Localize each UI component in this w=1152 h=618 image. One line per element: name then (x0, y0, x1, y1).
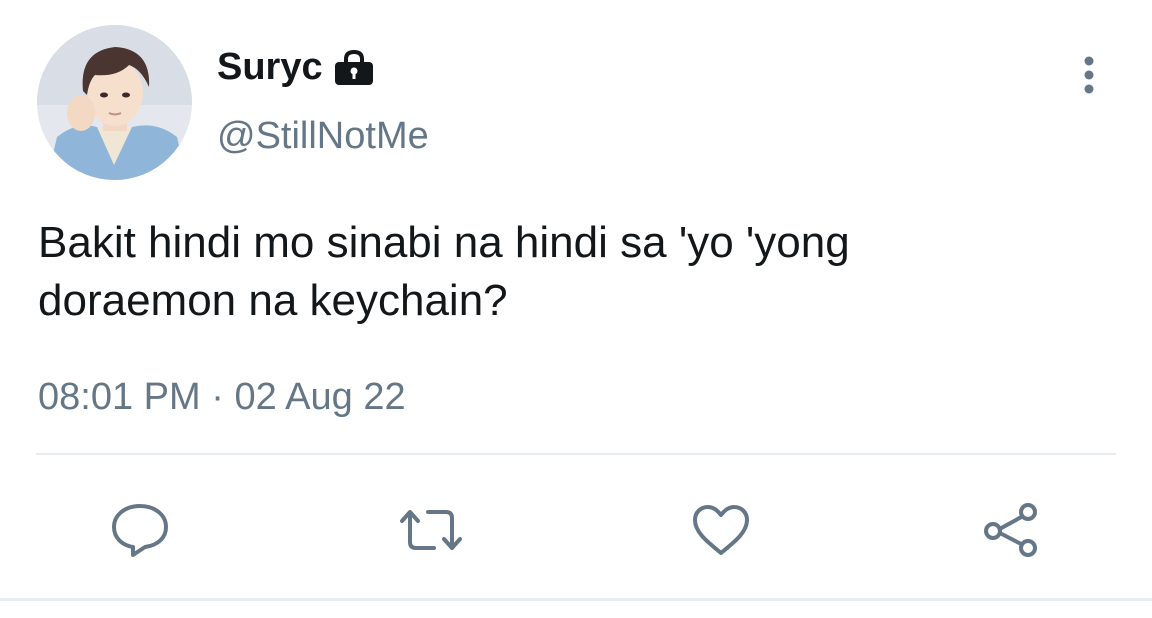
tweet-actions (0, 490, 1152, 570)
retweet-button[interactable] (391, 490, 471, 570)
heart-icon (693, 505, 749, 555)
avatar[interactable] (37, 25, 192, 180)
bottom-divider (0, 598, 1152, 601)
tweet-text-line-2: doraemon na keychain? (38, 276, 508, 325)
tweet-text-line-1: Bakit hindi mo sinabi na hindi sa 'yo 'y… (38, 218, 850, 267)
meta-separator: · (211, 376, 224, 418)
display-name[interactable]: Suryc (217, 45, 323, 89)
lock-icon (333, 50, 375, 86)
avatar-photo (37, 25, 192, 180)
tweet-text: Bakit hindi mo sinabi na hindi sa 'yo 'y… (38, 214, 1118, 330)
tweet-card: Suryc @StillNotMe Bakit hindi mo sinabi … (0, 0, 1152, 618)
author-handle[interactable]: @StillNotMe (217, 114, 429, 158)
tweet-timestamp: 08:01 PM · 02 Aug 22 (38, 374, 406, 420)
author-name-row: Suryc (217, 45, 375, 89)
divider (36, 453, 1116, 455)
reply-button[interactable] (100, 490, 180, 570)
like-button[interactable] (681, 490, 761, 570)
more-options-icon[interactable] (1074, 52, 1104, 98)
retweet-icon (400, 510, 462, 550)
share-icon (984, 503, 1037, 557)
tweet-date: 02 Aug 22 (234, 376, 406, 418)
share-button[interactable] (971, 490, 1051, 570)
comment-icon (112, 504, 168, 557)
tweet-time: 08:01 PM (38, 376, 201, 418)
